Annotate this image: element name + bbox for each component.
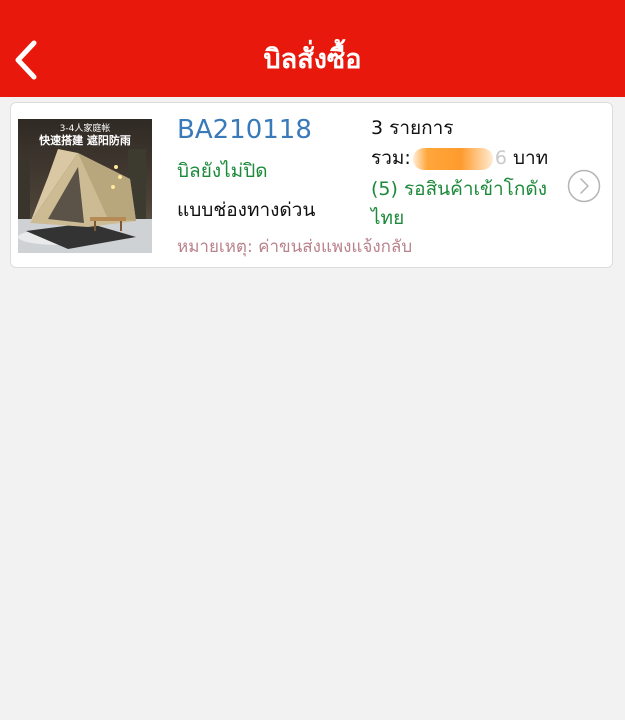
order-note: หมายเหตุ: ค่าขนส่งแพงแจ้งกลับ — [177, 237, 413, 257]
order-id: BA210118 — [177, 115, 312, 145]
open-order-button[interactable] — [567, 169, 601, 203]
items-count: 3 รายการ — [371, 117, 454, 139]
shipment-status: (5) รอสินค้าเข้าโกดังไทย — [371, 178, 548, 229]
shipping-method: แบบช่องทางด่วน — [177, 199, 316, 221]
product-thumbnail: 3-4人家庭帐 快速搭建 遮阳防雨 — [18, 119, 152, 253]
order-list: 3-4人家庭帐 快速搭建 遮阳防雨 BA210118 บิลยังไม่ปิด … — [0, 97, 625, 720]
bill-status: บิลยังไม่ปิด — [177, 160, 268, 182]
page-title: บิลสั่งซื้อ — [263, 44, 362, 75]
thumbnail-caption-line2: 快速搭建 遮阳防雨 — [39, 134, 131, 147]
redaction-mark — [412, 147, 493, 170]
order-card[interactable]: 3-4人家庭帐 快速搭建 遮阳防雨 BA210118 บิลยังไม่ปิด … — [10, 102, 613, 268]
app-header: บิลสั่งซื้อ — [0, 0, 625, 97]
chevron-right-circle-icon — [567, 169, 601, 203]
total-amount: 6 — [494, 147, 507, 169]
total-currency: บาท — [512, 147, 549, 169]
order-total: รวม: 6 บาท — [371, 145, 548, 171]
total-label: รวม: — [371, 147, 411, 169]
